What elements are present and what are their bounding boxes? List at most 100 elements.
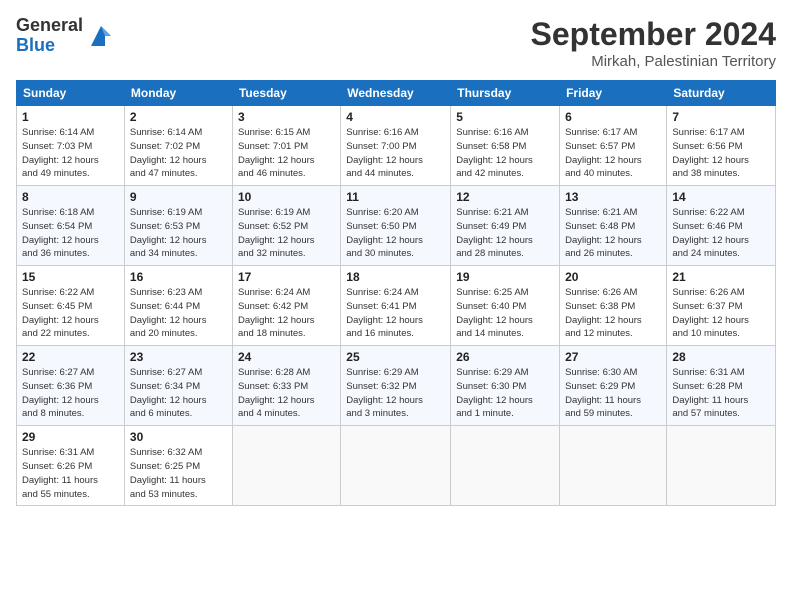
day-number: 22 xyxy=(22,350,119,364)
table-row: 3 Sunrise: 6:15 AM Sunset: 7:01 PM Daylig… xyxy=(232,106,340,186)
table-row: 22 Sunrise: 6:27 AM Sunset: 6:36 PM Dayli… xyxy=(17,346,125,426)
table-row: 28 Sunrise: 6:31 AM Sunset: 6:28 PM Dayli… xyxy=(667,346,776,426)
col-tuesday: Tuesday xyxy=(232,81,340,106)
subtitle: Mirkah, Palestinian Territory xyxy=(531,53,776,70)
day-info: Sunrise: 6:20 AM Sunset: 6:50 PM Dayligh… xyxy=(346,206,445,261)
col-monday: Monday xyxy=(124,81,232,106)
day-info: Sunrise: 6:29 AM Sunset: 6:30 PM Dayligh… xyxy=(456,366,554,421)
day-info: Sunrise: 6:14 AM Sunset: 7:03 PM Dayligh… xyxy=(22,126,119,181)
day-number: 17 xyxy=(238,270,335,284)
table-row: 30Sunrise: 6:32 AM Sunset: 6:25 PM Dayli… xyxy=(124,426,232,506)
table-row: 16 Sunrise: 6:23 AM Sunset: 6:44 PM Dayli… xyxy=(124,266,232,346)
table-row: 7 Sunrise: 6:17 AM Sunset: 6:56 PM Daylig… xyxy=(667,106,776,186)
table-row: 2Sunrise: 6:14 AM Sunset: 7:02 PM Daylig… xyxy=(124,106,232,186)
title-block: September 2024 Mirkah, Palestinian Terri… xyxy=(531,16,776,70)
table-row: 11 Sunrise: 6:20 AM Sunset: 6:50 PM Dayli… xyxy=(341,186,451,266)
main-title: September 2024 xyxy=(531,16,776,53)
table-row xyxy=(341,426,451,506)
table-row: 4Sunrise: 6:16 AM Sunset: 7:00 PM Daylig… xyxy=(341,106,451,186)
day-info: Sunrise: 6:17 AM Sunset: 6:56 PM Dayligh… xyxy=(672,126,770,181)
table-row: 23 Sunrise: 6:27 AM Sunset: 6:34 PM Dayli… xyxy=(124,346,232,426)
table-row: 25 Sunrise: 6:29 AM Sunset: 6:32 PM Dayli… xyxy=(341,346,451,426)
col-thursday: Thursday xyxy=(451,81,560,106)
table-row: 19 Sunrise: 6:25 AM Sunset: 6:40 PM Dayli… xyxy=(451,266,560,346)
day-number: 16 xyxy=(130,270,227,284)
calendar-table: Sunday Monday Tuesday Wednesday Thursday… xyxy=(16,80,776,506)
day-number: 6 xyxy=(565,110,661,124)
day-number: 10 xyxy=(238,190,335,204)
table-row xyxy=(232,426,340,506)
calendar-week-1: 1 Sunrise: 6:14 AM Sunset: 7:03 PM Daylig… xyxy=(17,106,776,186)
table-row: 24Sunrise: 6:28 AM Sunset: 6:33 PM Dayli… xyxy=(232,346,340,426)
table-row xyxy=(560,426,667,506)
logo-blue: Blue xyxy=(16,36,83,56)
table-row: 29Sunrise: 6:31 AM Sunset: 6:26 PM Dayli… xyxy=(17,426,125,506)
calendar-header-row: Sunday Monday Tuesday Wednesday Thursday… xyxy=(17,81,776,106)
day-number: 2 xyxy=(130,110,227,124)
logo-text: General Blue xyxy=(16,16,83,56)
day-info: Sunrise: 6:25 AM Sunset: 6:40 PM Dayligh… xyxy=(456,286,554,341)
day-number: 8 xyxy=(22,190,119,204)
day-info: Sunrise: 6:24 AM Sunset: 6:41 PM Dayligh… xyxy=(346,286,445,341)
table-row: 1 Sunrise: 6:14 AM Sunset: 7:03 PM Daylig… xyxy=(17,106,125,186)
day-info: Sunrise: 6:27 AM Sunset: 6:36 PM Dayligh… xyxy=(22,366,119,421)
table-row xyxy=(451,426,560,506)
table-row: 15Sunrise: 6:22 AM Sunset: 6:45 PM Dayli… xyxy=(17,266,125,346)
day-info: Sunrise: 6:16 AM Sunset: 6:58 PM Dayligh… xyxy=(456,126,554,181)
day-number: 30 xyxy=(130,430,227,444)
col-friday: Friday xyxy=(560,81,667,106)
day-info: Sunrise: 6:31 AM Sunset: 6:28 PM Dayligh… xyxy=(672,366,770,421)
day-number: 5 xyxy=(456,110,554,124)
day-info: Sunrise: 6:16 AM Sunset: 7:00 PM Dayligh… xyxy=(346,126,445,181)
day-info: Sunrise: 6:15 AM Sunset: 7:01 PM Dayligh… xyxy=(238,126,335,181)
logo-icon xyxy=(87,22,115,50)
day-number: 27 xyxy=(565,350,661,364)
day-info: Sunrise: 6:28 AM Sunset: 6:33 PM Dayligh… xyxy=(238,366,335,421)
table-row: 26 Sunrise: 6:29 AM Sunset: 6:30 PM Dayli… xyxy=(451,346,560,426)
day-info: Sunrise: 6:19 AM Sunset: 6:52 PM Dayligh… xyxy=(238,206,335,261)
table-row: 18Sunrise: 6:24 AM Sunset: 6:41 PM Dayli… xyxy=(341,266,451,346)
day-info: Sunrise: 6:27 AM Sunset: 6:34 PM Dayligh… xyxy=(130,366,227,421)
table-row: 12 Sunrise: 6:21 AM Sunset: 6:49 PM Dayli… xyxy=(451,186,560,266)
table-row: 14Sunrise: 6:22 AM Sunset: 6:46 PM Dayli… xyxy=(667,186,776,266)
day-number: 26 xyxy=(456,350,554,364)
table-row: 20 Sunrise: 6:26 AM Sunset: 6:38 PM Dayli… xyxy=(560,266,667,346)
day-number: 25 xyxy=(346,350,445,364)
day-number: 1 xyxy=(22,110,119,124)
day-info: Sunrise: 6:22 AM Sunset: 6:45 PM Dayligh… xyxy=(22,286,119,341)
day-number: 28 xyxy=(672,350,770,364)
day-number: 11 xyxy=(346,190,445,204)
day-info: Sunrise: 6:19 AM Sunset: 6:53 PM Dayligh… xyxy=(130,206,227,261)
table-row: 27 Sunrise: 6:30 AM Sunset: 6:29 PM Dayli… xyxy=(560,346,667,426)
day-info: Sunrise: 6:26 AM Sunset: 6:37 PM Dayligh… xyxy=(672,286,770,341)
day-info: Sunrise: 6:29 AM Sunset: 6:32 PM Dayligh… xyxy=(346,366,445,421)
table-row: 17Sunrise: 6:24 AM Sunset: 6:42 PM Dayli… xyxy=(232,266,340,346)
day-info: Sunrise: 6:23 AM Sunset: 6:44 PM Dayligh… xyxy=(130,286,227,341)
calendar-week-3: 15Sunrise: 6:22 AM Sunset: 6:45 PM Dayli… xyxy=(17,266,776,346)
col-wednesday: Wednesday xyxy=(341,81,451,106)
day-number: 20 xyxy=(565,270,661,284)
day-number: 7 xyxy=(672,110,770,124)
day-number: 12 xyxy=(456,190,554,204)
day-number: 9 xyxy=(130,190,227,204)
day-info: Sunrise: 6:18 AM Sunset: 6:54 PM Dayligh… xyxy=(22,206,119,261)
table-row: 8 Sunrise: 6:18 AM Sunset: 6:54 PM Daylig… xyxy=(17,186,125,266)
table-row: 13Sunrise: 6:21 AM Sunset: 6:48 PM Dayli… xyxy=(560,186,667,266)
day-number: 13 xyxy=(565,190,661,204)
table-row: 6Sunrise: 6:17 AM Sunset: 6:57 PM Daylig… xyxy=(560,106,667,186)
table-row: 9 Sunrise: 6:19 AM Sunset: 6:53 PM Daylig… xyxy=(124,186,232,266)
header: General Blue September 2024 Mirkah, Pale… xyxy=(16,16,776,70)
day-info: Sunrise: 6:26 AM Sunset: 6:38 PM Dayligh… xyxy=(565,286,661,341)
col-saturday: Saturday xyxy=(667,81,776,106)
day-info: Sunrise: 6:30 AM Sunset: 6:29 PM Dayligh… xyxy=(565,366,661,421)
day-number: 19 xyxy=(456,270,554,284)
day-number: 3 xyxy=(238,110,335,124)
table-row xyxy=(667,426,776,506)
table-row: 10 Sunrise: 6:19 AM Sunset: 6:52 PM Dayli… xyxy=(232,186,340,266)
day-number: 23 xyxy=(130,350,227,364)
calendar-week-2: 8 Sunrise: 6:18 AM Sunset: 6:54 PM Daylig… xyxy=(17,186,776,266)
day-info: Sunrise: 6:21 AM Sunset: 6:49 PM Dayligh… xyxy=(456,206,554,261)
logo-general: General xyxy=(16,16,83,36)
page: General Blue September 2024 Mirkah, Pale… xyxy=(0,0,792,612)
calendar-week-5: 29Sunrise: 6:31 AM Sunset: 6:26 PM Dayli… xyxy=(17,426,776,506)
